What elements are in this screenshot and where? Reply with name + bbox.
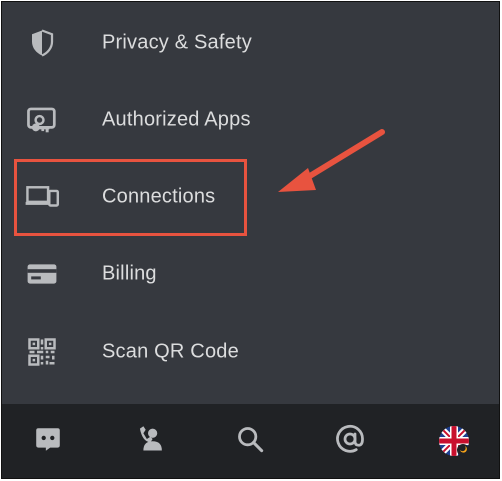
settings-screen: Privacy & Safety Authorized Apps Connect… <box>1 1 500 479</box>
authorized-apps-icon <box>24 102 60 138</box>
user-avatar <box>438 425 470 457</box>
search-icon <box>236 425 264 458</box>
annotation-arrow-icon <box>278 129 385 192</box>
highlight-annotation-box <box>14 159 247 236</box>
credit-card-icon <box>24 256 60 292</box>
menu-item-label: Authorized Apps <box>102 108 251 131</box>
nav-home-button[interactable] <box>18 404 78 478</box>
menu-item-label: Privacy & Safety <box>102 31 252 54</box>
qr-code-icon <box>24 334 60 370</box>
nav-friends-button[interactable] <box>118 404 178 478</box>
shield-icon <box>24 25 60 61</box>
menu-item-scan-qr-code[interactable]: Scan QR Code <box>2 322 499 382</box>
mentions-icon <box>335 424 365 459</box>
friends-icon <box>133 425 163 458</box>
nav-profile-button[interactable] <box>424 404 484 478</box>
bottom-nav-bar <box>2 404 499 478</box>
menu-item-label: Scan QR Code <box>102 340 239 363</box>
menu-item-authorized-apps[interactable]: Authorized Apps <box>2 90 499 150</box>
nav-mentions-button[interactable] <box>320 404 380 478</box>
menu-item-billing[interactable]: Billing <box>2 244 499 304</box>
nav-search-button[interactable] <box>220 404 280 478</box>
discord-home-icon <box>33 426 63 457</box>
menu-item-label: Billing <box>102 262 157 285</box>
menu-item-privacy-safety[interactable]: Privacy & Safety <box>2 13 499 73</box>
